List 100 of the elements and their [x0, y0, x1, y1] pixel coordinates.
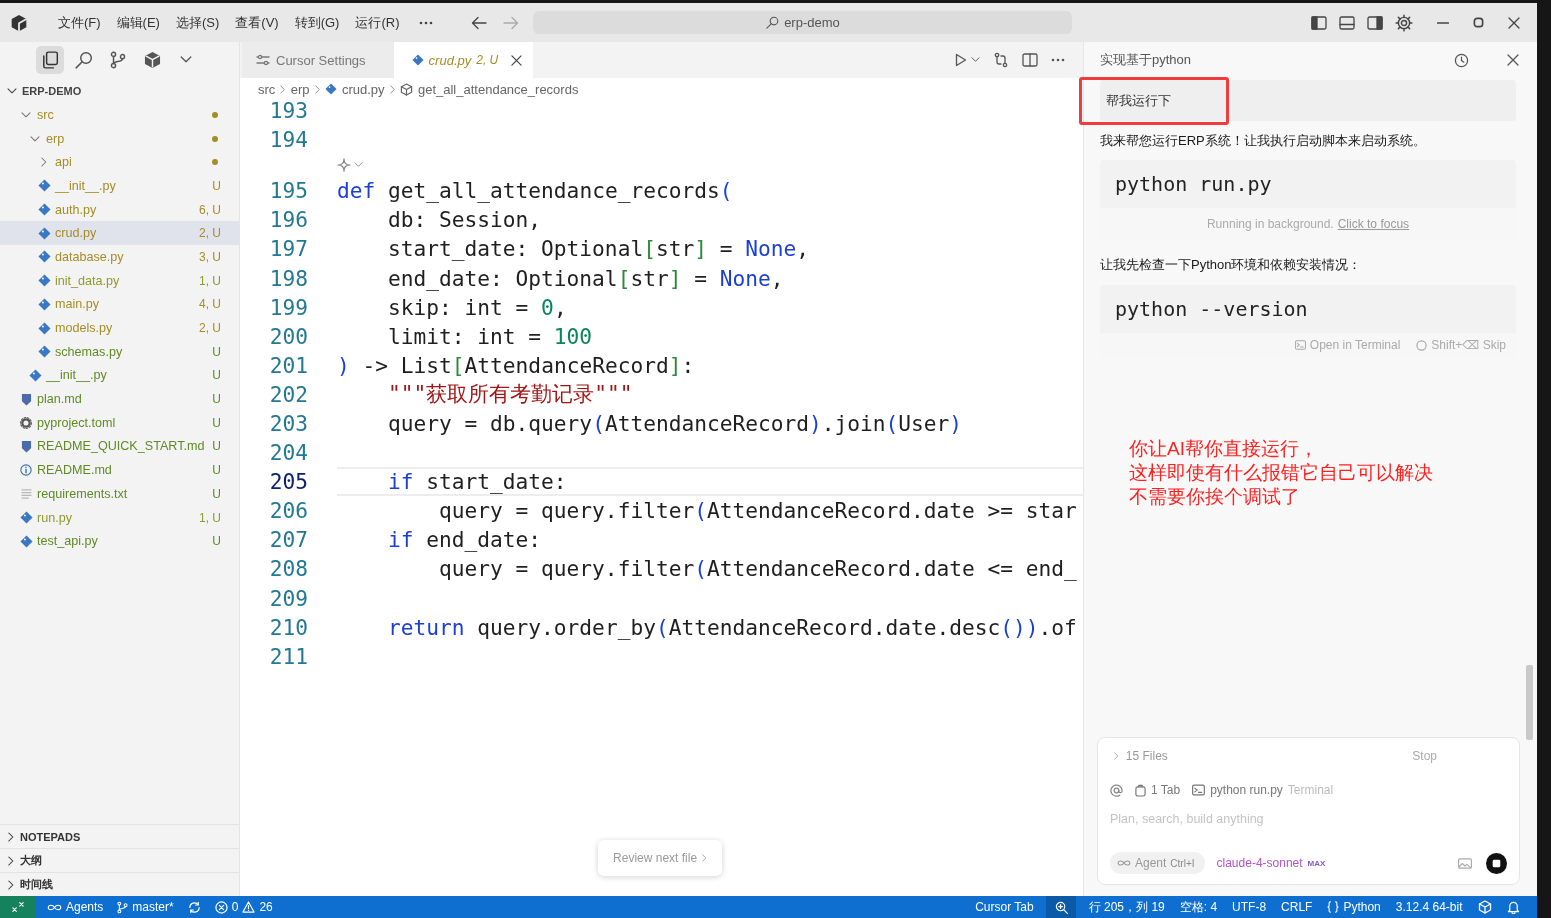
- file-item[interactable]: __init__.py U: [0, 363, 239, 388]
- agents-button[interactable]: Agents: [40, 896, 111, 918]
- sparkle-icon[interactable]: [337, 158, 351, 173]
- file-item[interactable]: models.py 2, U: [0, 316, 239, 340]
- more-icon[interactable]: [1051, 58, 1065, 62]
- menu-item[interactable]: 运行(R): [347, 13, 408, 32]
- zoom-button[interactable]: [1046, 896, 1077, 918]
- split-editor-icon[interactable]: [1022, 53, 1038, 67]
- status-item[interactable]: CRLF: [1273, 896, 1320, 918]
- file-item[interactable]: run.py 1, U: [0, 505, 239, 530]
- folder-item[interactable]: src: [0, 103, 239, 127]
- git-status-text: U: [212, 344, 221, 359]
- file-item[interactable]: requirements.txt U: [0, 482, 239, 506]
- restore-icon[interactable]: [1473, 17, 1484, 28]
- sync-icon[interactable]: [187, 900, 201, 914]
- cube-icon[interactable]: [1477, 900, 1492, 914]
- explorer-header[interactable]: ERP-DEMO: [0, 78, 239, 103]
- status-item[interactable]: 空格: 4: [1172, 896, 1225, 918]
- language-button[interactable]: Python: [1319, 896, 1389, 918]
- bell-icon[interactable]: [1506, 900, 1520, 914]
- file-item[interactable]: crud.py 2, U: [0, 221, 239, 246]
- focus-link[interactable]: Click to focus: [1337, 217, 1410, 231]
- files-icon[interactable]: [41, 51, 59, 69]
- at-sign-icon[interactable]: [1110, 783, 1123, 797]
- sidebar-right-icon[interactable]: [1367, 15, 1383, 30]
- model-selector[interactable]: claude-4-sonnet MAX: [1216, 856, 1326, 870]
- command-action-button[interactable]: Shift+⌫ Skip: [1416, 338, 1506, 352]
- file-item[interactable]: auth.py 6, U: [0, 197, 239, 222]
- context-chip[interactable]: python run.py Terminal: [1192, 783, 1334, 797]
- sliders-icon: [256, 54, 270, 66]
- panel-bottom-icon[interactable]: [1339, 15, 1355, 30]
- code-line: db: Session,: [387, 206, 543, 235]
- context-chip[interactable]: 1 Tab: [1135, 783, 1181, 797]
- play-icon[interactable]: [955, 53, 967, 67]
- scrollbar-thumb[interactable]: [1526, 665, 1533, 740]
- breadcrumb-item[interactable]: get_all_attendance_records: [417, 81, 579, 97]
- status-item[interactable]: 3.12.4 64-bit: [1388, 896, 1470, 918]
- status-item[interactable]: Cursor Tab: [967, 896, 1042, 918]
- close-icon[interactable]: [1508, 16, 1520, 29]
- back-arrow-icon[interactable]: [471, 15, 488, 30]
- status-item[interactable]: UTF-8: [1224, 896, 1274, 918]
- stop-button[interactable]: Stop: [1412, 749, 1437, 763]
- file-name: README_QUICK_START.md: [37, 439, 205, 454]
- diamond-file-icon: [28, 368, 42, 382]
- infinity-icon: [1117, 859, 1131, 867]
- editor-tab[interactable]: crud.py 2, U: [393, 42, 534, 78]
- error-icon: [214, 900, 228, 914]
- line-number: 204: [268, 439, 308, 468]
- file-item[interactable]: README.md U: [0, 458, 239, 482]
- agent-mode-button[interactable]: Agent Ctrl+I: [1110, 852, 1205, 874]
- compare-icon[interactable]: [993, 52, 1009, 68]
- chevron-down-icon[interactable]: [180, 56, 192, 64]
- search-field[interactable]: erp-demo: [533, 11, 1073, 34]
- file-item[interactable]: plan.md U: [0, 387, 239, 411]
- file-name: requirements.txt: [37, 486, 128, 501]
- menu-item[interactable]: 转到(G): [286, 13, 348, 32]
- status-item[interactable]: 行 205，列 19: [1081, 896, 1173, 918]
- remote-button[interactable]: [0, 896, 35, 918]
- explorer-tab[interactable]: [36, 46, 64, 74]
- file-item[interactable]: init_data.py 1, U: [0, 268, 239, 293]
- section-header[interactable]: 大纲: [0, 848, 239, 872]
- more-icon[interactable]: [419, 20, 434, 25]
- problems-button[interactable]: 0 26: [207, 896, 280, 918]
- breadcrumb-item[interactable]: src: [258, 81, 276, 97]
- file-item[interactable]: schemas.py U: [0, 339, 239, 364]
- chevron-down-icon[interactable]: [971, 57, 980, 63]
- menu-item[interactable]: 选择(S): [167, 13, 228, 32]
- file-item[interactable]: __init__.py U: [0, 174, 239, 198]
- sidebar-left-icon[interactable]: [1311, 15, 1327, 30]
- menu-item[interactable]: 文件(F): [50, 13, 109, 32]
- command-action-button[interactable]: Open in Terminal: [1294, 338, 1401, 352]
- section-header[interactable]: NOTEPADS: [0, 824, 239, 848]
- close-icon[interactable]: [511, 54, 523, 66]
- folder-item[interactable]: api: [0, 150, 239, 175]
- file-item[interactable]: pyproject.toml U: [0, 410, 239, 435]
- branch-button[interactable]: master*: [110, 896, 181, 918]
- search-icon[interactable]: [75, 51, 93, 69]
- file-item[interactable]: test_api.py U: [0, 529, 239, 554]
- cube-outline-icon: [399, 82, 413, 96]
- stop-icon[interactable]: [1486, 852, 1507, 874]
- editor-tab[interactable]: Cursor Settings: [242, 42, 394, 78]
- review-next-file-button[interactable]: Review next file: [598, 840, 722, 876]
- files-toggle[interactable]: 15 Files: [1110, 749, 1168, 763]
- close-icon[interactable]: [1507, 54, 1519, 66]
- file-item[interactable]: database.py 3, U: [0, 245, 239, 269]
- file-name: api: [55, 155, 72, 170]
- settings-icon[interactable]: [1395, 13, 1413, 32]
- cube-icon[interactable]: [143, 51, 161, 69]
- code-line: return query.order_by(AttendanceRecord.date.desc()).of: [387, 613, 1078, 642]
- history-icon[interactable]: [1454, 52, 1469, 68]
- menu-item[interactable]: 编辑(E): [108, 13, 168, 32]
- menu-item[interactable]: 查看(V): [227, 13, 287, 32]
- minimize-icon[interactable]: [1437, 21, 1449, 24]
- file-item[interactable]: README_QUICK_START.md U: [0, 434, 239, 459]
- git-status-text: U: [212, 439, 221, 454]
- folder-item[interactable]: erp: [0, 126, 239, 151]
- breadcrumb-item[interactable]: erp: [290, 81, 310, 97]
- branch-icon[interactable]: [110, 51, 126, 69]
- breadcrumb-item[interactable]: crud.py: [341, 81, 385, 97]
- file-item[interactable]: main.py 4, U: [0, 292, 239, 317]
